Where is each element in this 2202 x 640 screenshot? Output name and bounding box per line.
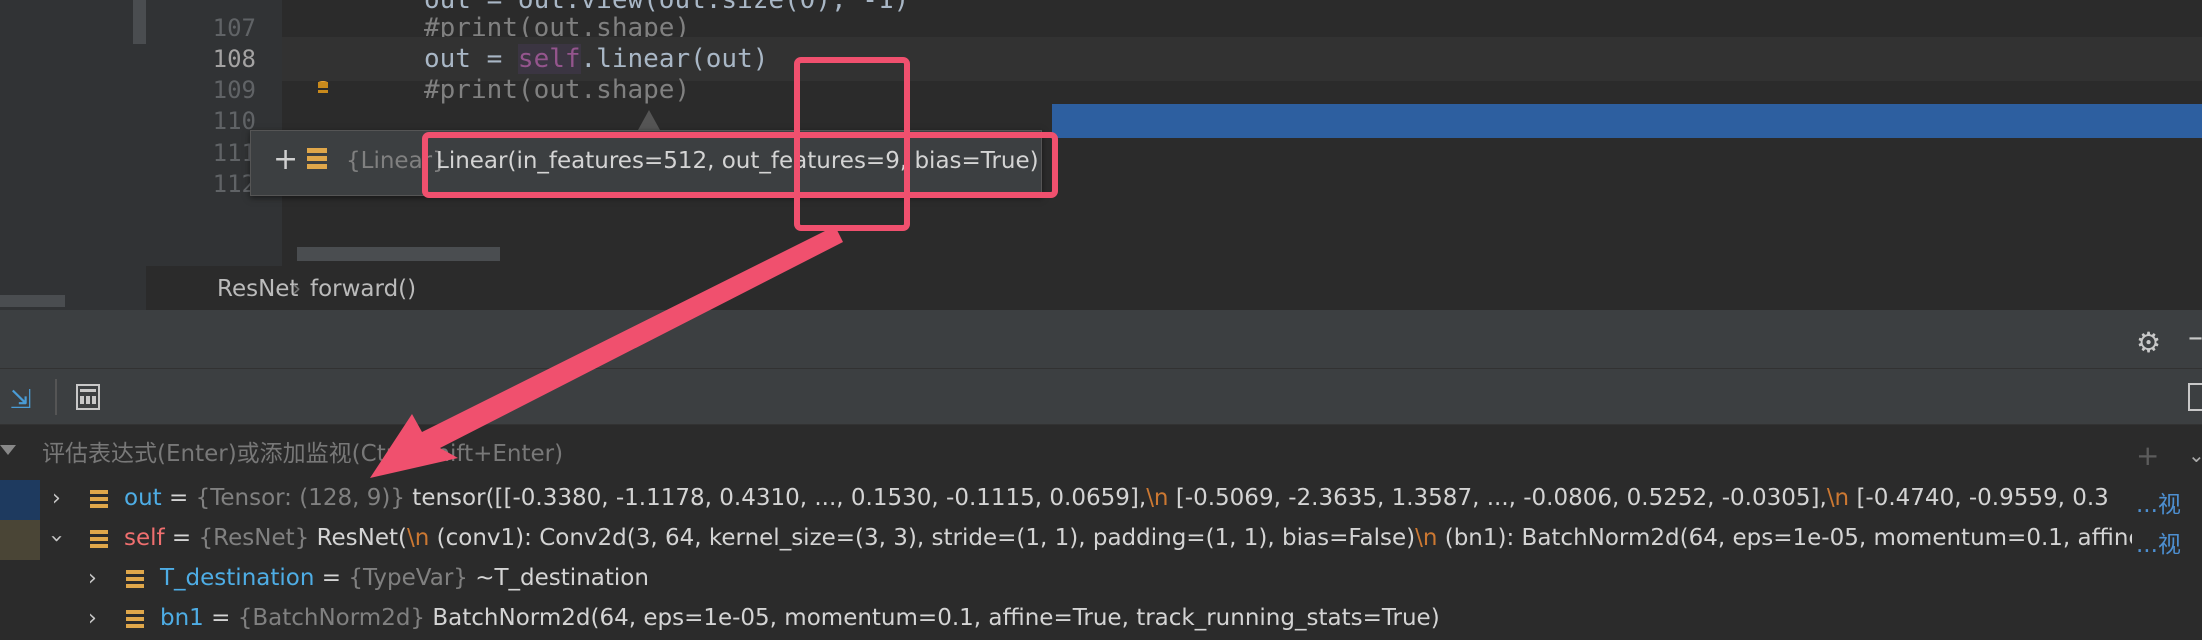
view-more-link[interactable]: ...视 <box>2132 485 2202 519</box>
breadcrumb-separator: › <box>292 276 302 302</box>
variable-value: ResNet( <box>316 525 408 551</box>
variable-row-self[interactable]: › self = {ResNet} ResNet(\n (conv1): Con… <box>0 520 2202 560</box>
variable-row-bn1[interactable]: › bn1 = {BatchNorm2d} BatchNorm2d(64, ep… <box>0 600 2202 640</box>
vertical-scrollbar-thumb[interactable] <box>133 0 147 44</box>
evaluate-expression-input[interactable] <box>40 433 2094 475</box>
gear-icon[interactable]: ⚙ <box>2136 329 2161 357</box>
variable-value: (conv1): Conv2d(3, 64, kernel_size=(3, 3… <box>429 525 1416 551</box>
code-line-110-selection <box>1052 104 2202 138</box>
expand-chevron-icon[interactable]: › <box>52 486 61 511</box>
variable-type: {Tensor: (128, 9)} <box>195 485 405 511</box>
variable-value: BatchNorm2d(64, eps=1e-05, momentum=0.1,… <box>432 605 1440 631</box>
variable-type: {ResNet} <box>198 525 310 551</box>
evaluate-expression-bar: + ⌄ <box>0 424 2202 481</box>
expand-chevron-icon[interactable]: › <box>88 606 97 631</box>
breadcrumb-method[interactable]: forward() <box>310 276 416 302</box>
variable-value: (bn1): BatchNorm2d(64, eps=1e-05, moment… <box>1437 525 2202 551</box>
variable-value: tensor([[-0.3380, -1.1178, 0.4310, ..., … <box>412 485 1147 511</box>
field-icon <box>90 490 108 510</box>
layout-icon[interactable] <box>2188 383 2202 411</box>
variable-row-t-destination[interactable]: › T_destination = {TypeVar} ~T_destinati… <box>0 560 2202 600</box>
newline-escape: \n <box>1146 485 1169 511</box>
step-into-icon[interactable]: ⇲ <box>10 385 32 415</box>
field-icon <box>90 530 108 550</box>
variable-name: out <box>124 485 162 511</box>
collapse-chevron-icon[interactable]: › <box>44 534 69 543</box>
toolbar-divider <box>55 379 57 415</box>
variable-name: bn1 <box>160 605 204 631</box>
tooltip-type: {Linear} <box>346 148 447 174</box>
field-icon <box>307 147 327 173</box>
debug-toolbar: ⇲ <box>0 368 2202 425</box>
variable-type: {TypeVar} <box>348 565 468 591</box>
variable-name: T_destination <box>160 565 315 591</box>
row-marker <box>0 480 40 520</box>
breadcrumb-class[interactable]: ResNet <box>217 276 298 302</box>
variable-type: {BatchNorm2d} <box>237 605 426 631</box>
newline-escape: \n <box>1415 525 1438 551</box>
row-marker <box>0 520 40 560</box>
value-tooltip[interactable]: + {Linear} Linear(in_features=512, out_f… <box>250 130 1042 196</box>
variable-value: [-0.5069, -2.3635, 1.3587, ..., -0.0806,… <box>1168 485 1827 511</box>
variables-tree: › out = {Tensor: (128, 9)} tensor([[-0.3… <box>0 480 2202 631</box>
add-watch-icon[interactable]: + <box>2136 439 2159 472</box>
horizontal-scrollbar-thumb-left[interactable] <box>0 295 65 307</box>
variable-value: [-0.4740, -0.9559, 0.3 <box>1849 485 2109 511</box>
tooltip-value: Linear(in_features=512, out_features=9, … <box>436 148 1039 174</box>
variable-value: ~T_destination <box>475 565 649 591</box>
view-more-link[interactable]: ...视 <box>2132 525 2202 559</box>
debug-panel-header <box>0 310 2202 368</box>
dropdown-caret-icon[interactable] <box>0 445 16 455</box>
field-icon <box>126 610 144 630</box>
newline-escape: \n <box>407 525 430 551</box>
chevron-down-icon[interactable]: ⌄ <box>2188 443 2202 467</box>
horizontal-scrollbar-thumb[interactable] <box>297 247 500 261</box>
tooltip-pointer <box>638 110 660 130</box>
editor-left-strip <box>0 0 147 310</box>
newline-escape: \n <box>1826 485 1850 511</box>
variable-name: self <box>124 525 165 551</box>
breadcrumb: ResNet › forward() <box>146 266 2202 310</box>
expand-chevron-icon[interactable]: › <box>88 566 97 591</box>
field-icon <box>126 570 144 590</box>
calculator-icon[interactable] <box>76 384 100 410</box>
minimize-icon[interactable]: – <box>2188 320 2202 355</box>
line-number: 112 <box>212 170 256 198</box>
variable-row-out[interactable]: › out = {Tensor: (128, 9)} tensor([[-0.3… <box>0 480 2202 520</box>
expand-plus-icon[interactable]: + <box>273 145 298 175</box>
